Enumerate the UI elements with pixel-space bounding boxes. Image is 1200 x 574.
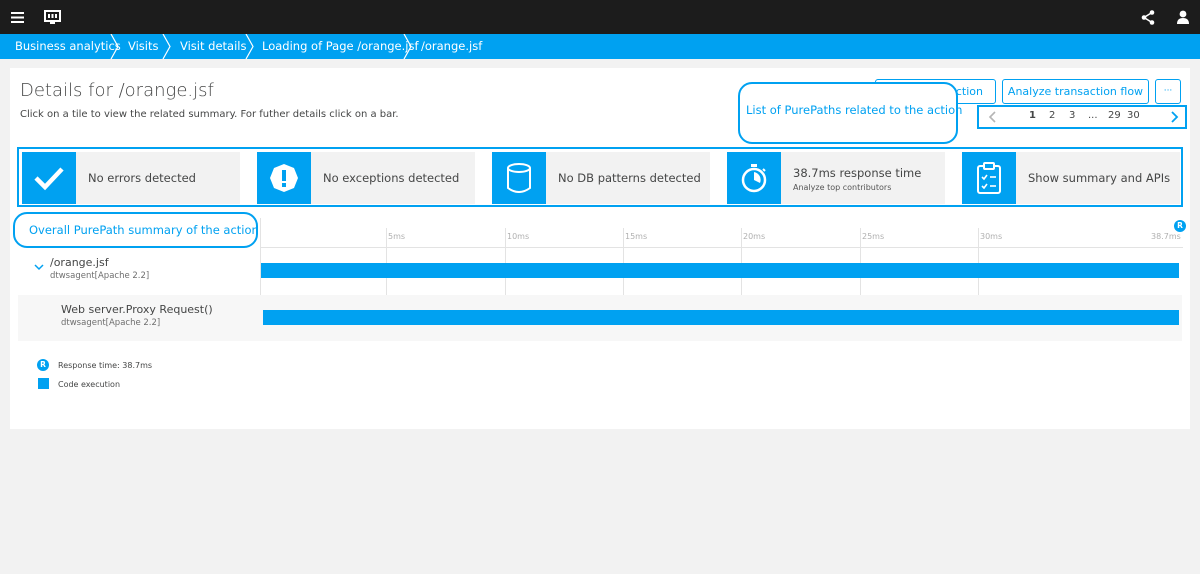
page-title: Details for /orange.jsf	[20, 80, 214, 101]
summary-tiles: No errors detected No exceptions detecte…	[17, 147, 1183, 207]
row-agent: dtwsagent[Apache 2.2]	[50, 271, 150, 281]
breadcrumb-separator-icon	[162, 34, 171, 59]
page-subtitle: Click on a tile to view the related summ…	[20, 109, 399, 120]
share-icon[interactable]	[1138, 0, 1158, 34]
legend-code-execution-swatch	[38, 378, 49, 389]
tile-exceptions[interactable]: No exceptions detected	[257, 152, 475, 204]
monitor-icon[interactable]	[40, 0, 64, 34]
top-bar	[0, 0, 1200, 34]
tick-label: 38.7ms	[1151, 232, 1181, 241]
row-name[interactable]: /orange.jsf	[50, 256, 109, 269]
page-2[interactable]: 2	[1049, 110, 1055, 121]
page-30[interactable]: 30	[1127, 110, 1140, 121]
database-icon	[492, 152, 546, 204]
breadcrumb-separator-icon	[245, 34, 254, 59]
legend-response-marker: R	[37, 359, 49, 371]
code-execution-bar[interactable]	[261, 263, 1179, 278]
checkmark-icon	[22, 152, 76, 204]
page-1[interactable]: 1	[1029, 110, 1036, 121]
analyze-transaction-flow-button[interactable]: Analyze transaction flow	[1002, 79, 1149, 104]
breadcrumb-current-action[interactable]: /orange.jsf	[421, 34, 482, 59]
page-3[interactable]: 3	[1069, 110, 1075, 121]
tick-label: 20ms	[743, 232, 766, 241]
tile-db-patterns[interactable]: No DB patterns detected	[492, 152, 710, 204]
tile-summary-apis-label: Show summary and APIs	[1028, 171, 1171, 185]
tile-db-patterns-label: No DB patterns detected	[558, 171, 701, 185]
timeline-header-divider	[260, 247, 1183, 248]
response-time-marker: R	[1174, 220, 1186, 232]
breadcrumb-separator-icon	[403, 34, 412, 59]
chevron-down-icon[interactable]	[34, 264, 44, 272]
tick-label: 30ms	[980, 232, 1003, 241]
breadcrumb-visits[interactable]: Visits	[128, 34, 159, 59]
purepaths-list-callout: List of PurePaths related to the action	[738, 82, 962, 144]
breadcrumb: Business analytics Visits Visit details …	[0, 34, 1200, 59]
tick-label: 5ms	[388, 232, 406, 241]
more-actions-button[interactable]: ···	[1155, 79, 1181, 104]
breadcrumb-visit-details[interactable]: Visit details	[180, 34, 246, 59]
purepath-pager: 1 2 3 ... 29 30	[977, 105, 1187, 129]
row-agent: dtwsagent[Apache 2.2]	[61, 318, 161, 328]
tile-summary-apis[interactable]: Show summary and APIs	[962, 152, 1180, 204]
legend-code-execution: Code execution	[58, 380, 121, 389]
tile-response-time-label: 38.7ms response time	[793, 166, 922, 180]
tile-response-time[interactable]: 38.7ms response time Analyze top contrib…	[727, 152, 945, 204]
previous-page-icon[interactable]	[988, 111, 996, 123]
row-name[interactable]: Web server.Proxy Request()	[61, 303, 213, 316]
next-page-icon[interactable]	[1171, 111, 1179, 123]
page-ellipsis: ...	[1088, 110, 1098, 121]
hamburger-menu-icon[interactable]	[6, 0, 28, 34]
exclamation-shield-icon	[257, 152, 311, 204]
stopwatch-icon	[727, 152, 781, 204]
breadcrumb-separator-icon	[110, 34, 119, 59]
tile-errors-label: No errors detected	[88, 171, 196, 185]
legend-response-time: Response time: 38.7ms	[58, 361, 153, 370]
tick-label: 15ms	[625, 232, 648, 241]
tile-errors[interactable]: No errors detected	[22, 152, 240, 204]
code-execution-bar[interactable]	[263, 310, 1179, 325]
tick-label: 25ms	[862, 232, 885, 241]
clipboard-checklist-icon	[962, 152, 1016, 204]
tick-label: 10ms	[507, 232, 530, 241]
tile-response-time-sublabel: Analyze top contributors	[793, 183, 892, 192]
page-29[interactable]: 29	[1108, 110, 1121, 121]
overall-summary-callout: Overall PurePath summary of the action	[13, 212, 259, 248]
user-icon[interactable]	[1173, 0, 1193, 34]
breadcrumb-loading-of-page[interactable]: Loading of Page /orange.jsf	[262, 34, 419, 59]
breadcrumb-business-analytics[interactable]: Business analytics	[15, 34, 121, 59]
tile-exceptions-label: No exceptions detected	[323, 171, 460, 185]
